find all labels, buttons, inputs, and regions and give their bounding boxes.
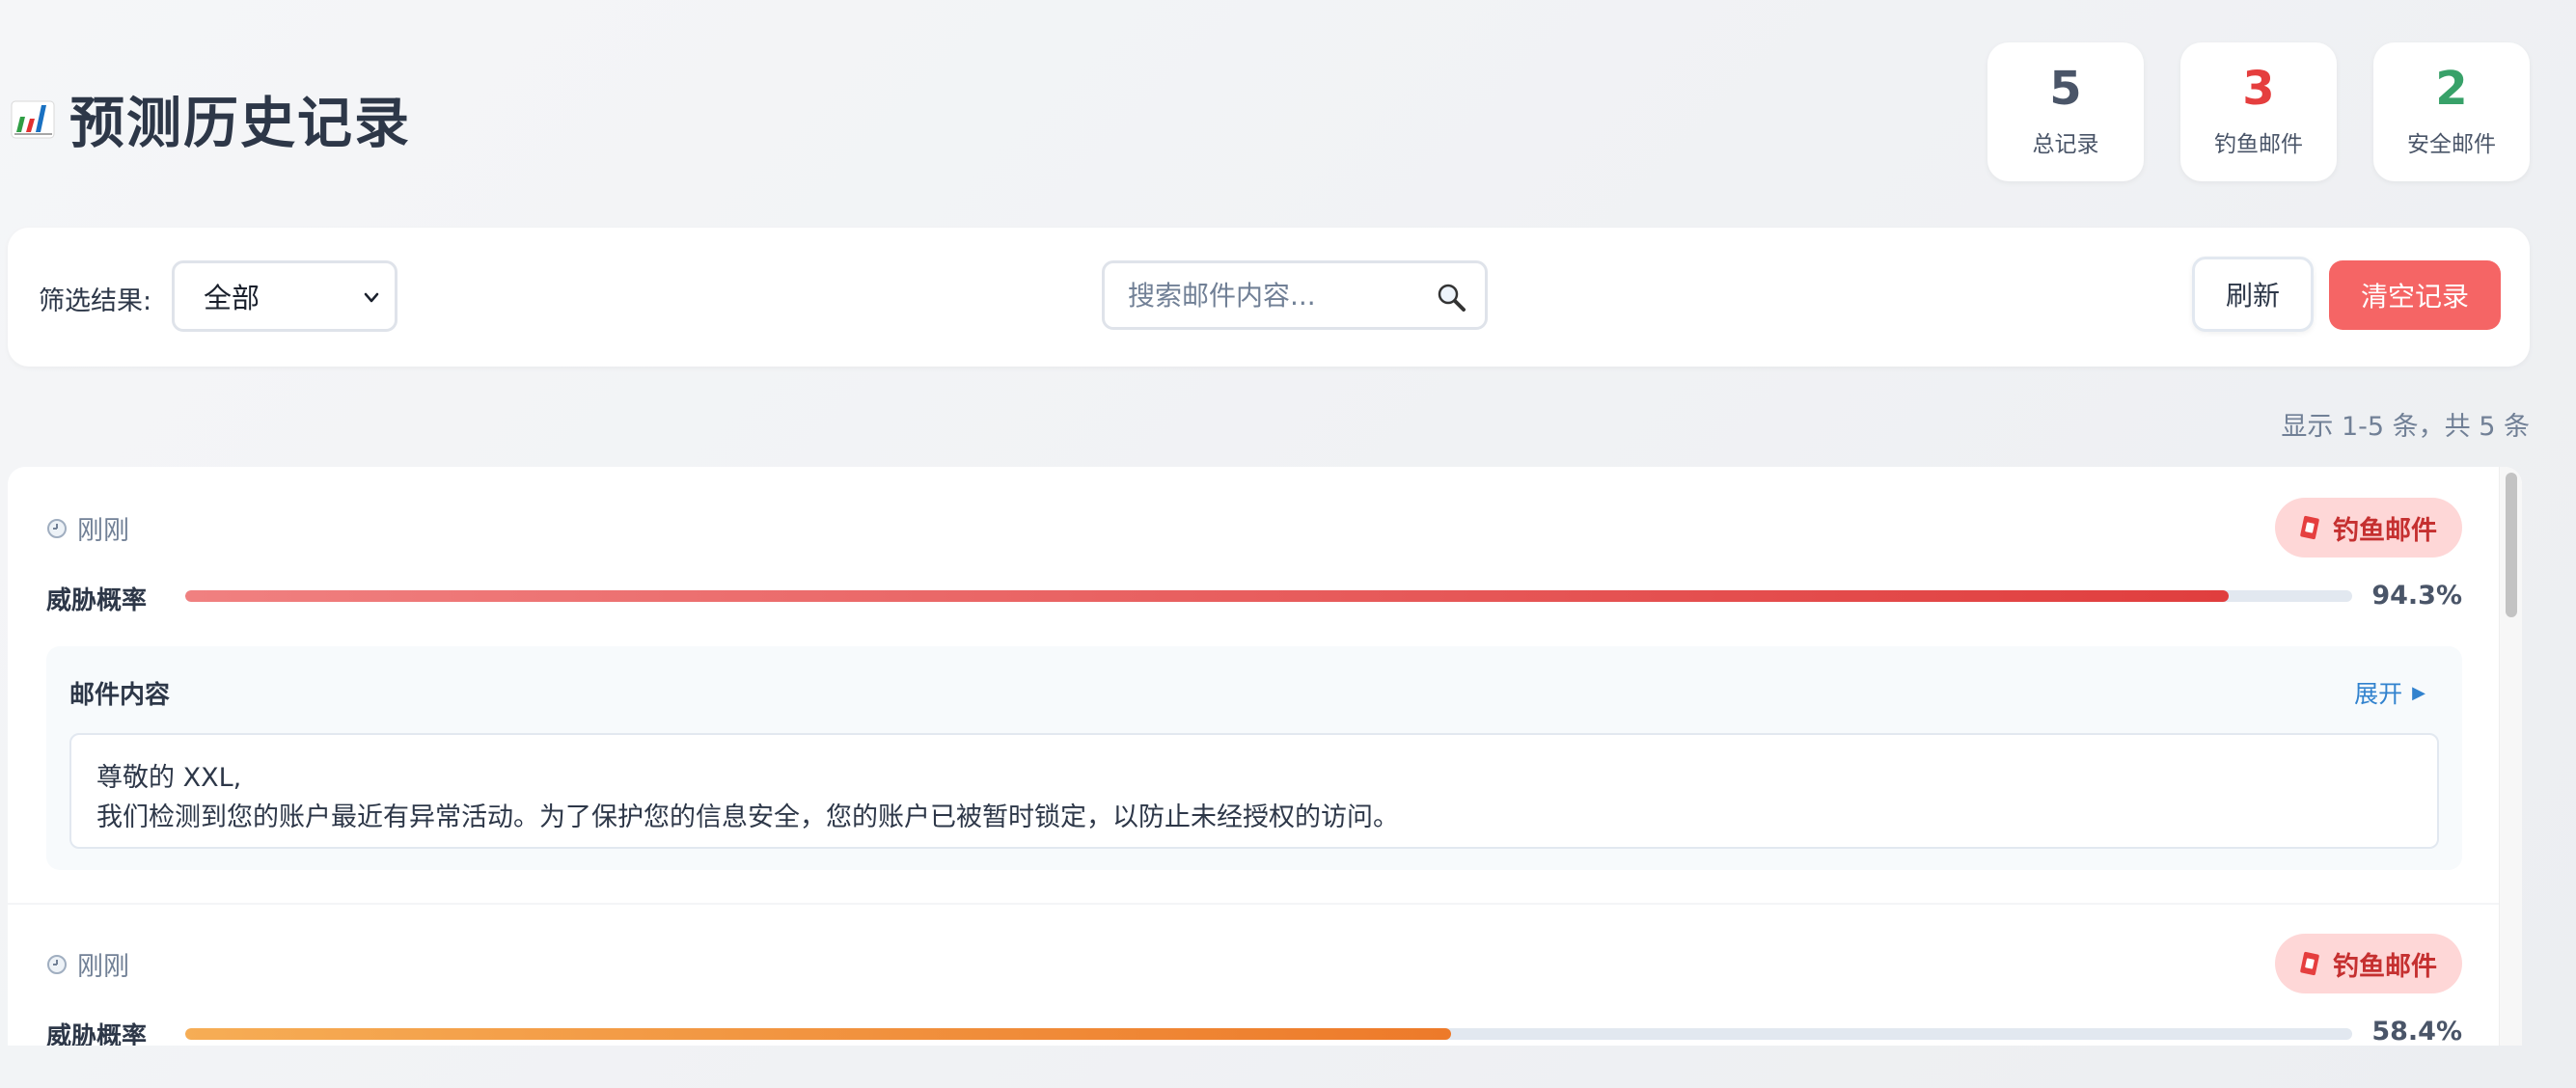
stat-total-value: 5 <box>2049 62 2082 116</box>
content-title: 邮件内容 <box>69 681 171 710</box>
stat-safe-value: 2 <box>2435 62 2468 116</box>
clear-records-button[interactable]: 清空记录 <box>2329 260 2501 330</box>
badge-label: 钓鱼邮件 <box>2333 951 2437 982</box>
clock-icon <box>47 954 67 974</box>
page-title: 预测历史记录 <box>69 92 411 155</box>
alert-card-icon <box>2300 515 2319 540</box>
stat-safe-label: 安全邮件 <box>2407 132 2496 157</box>
records-list[interactable]: 刚刚 钓鱼邮件 威胁概率 94.3% 邮件内容 展开 ▶ 尊敬的 XXL, 我们… <box>8 467 2522 1046</box>
record-time: 刚刚 <box>46 509 129 547</box>
toolbar: 筛选结果: 全部 刷新 清空记录 <box>8 228 2530 367</box>
threat-value: 58.4% <box>2371 1017 2462 1046</box>
threat-bar <box>185 590 2352 602</box>
chevron-down-icon <box>364 292 379 303</box>
content-line: 尊敬的 XXL, <box>96 763 242 793</box>
threat-bar <box>185 1028 2352 1040</box>
email-content-panel: 邮件内容 展开 ▶ 尊敬的 XXL, 我们检测到您的账户最近有异常活动。为了保护… <box>46 646 2462 870</box>
search-input[interactable] <box>1128 279 1417 312</box>
expand-label: 展开 <box>2354 680 2403 708</box>
threat-value: 94.3% <box>2371 581 2462 611</box>
filter-selected-value: 全部 <box>204 282 260 314</box>
threat-label: 威胁概率 <box>46 586 148 615</box>
stat-phishing-label: 钓鱼邮件 <box>2214 132 2303 157</box>
pagination-summary: 显示 1-5 条，共 5 条 <box>2281 412 2530 442</box>
phishing-badge: 钓鱼邮件 <box>2275 934 2462 993</box>
stat-phishing-value: 3 <box>2242 62 2275 116</box>
record-time-text: 刚刚 <box>77 952 129 982</box>
title-group: 预测历史记录 <box>10 79 411 158</box>
badge-label: 钓鱼邮件 <box>2333 515 2437 546</box>
stat-safe-card: 2 安全邮件 <box>2373 42 2530 181</box>
record-time-text: 刚刚 <box>77 516 129 546</box>
scrollbar-thumb[interactable] <box>2506 473 2517 617</box>
clock-icon <box>47 518 67 538</box>
stat-total-card: 5 总记录 <box>1987 42 2144 181</box>
stat-phishing-card: 3 钓鱼邮件 <box>2180 42 2337 181</box>
record-item: 刚刚 钓鱼邮件 威胁概率 58.4% <box>8 905 2499 1046</box>
play-icon: ▶ <box>2412 682 2425 703</box>
content-line: 我们检测到您的账户最近有异常活动。为了保护您的信息安全，您的账户已被暂时锁定，以… <box>96 802 1399 832</box>
threat-label: 威胁概率 <box>46 1022 148 1046</box>
phishing-badge: 钓鱼邮件 <box>2275 498 2462 558</box>
expand-toggle[interactable]: 展开 ▶ <box>2354 675 2425 710</box>
refresh-button[interactable]: 刷新 <box>2192 257 2314 332</box>
filter-select[interactable]: 全部 <box>172 260 397 332</box>
stats-panel: 5 总记录 3 钓鱼邮件 2 安全邮件 <box>1987 42 2530 181</box>
email-content-text: 尊敬的 XXL, 我们检测到您的账户最近有异常活动。为了保护您的信息安全，您的账… <box>69 733 2439 849</box>
filter-label: 筛选结果: <box>39 286 152 316</box>
threat-bar-fill <box>185 590 2229 602</box>
search-icon[interactable] <box>1435 281 1467 313</box>
alert-card-icon <box>2300 951 2319 976</box>
page: 预测历史记录 5 总记录 3 钓鱼邮件 2 安全邮件 筛选结果: 全部 搜索邮件… <box>0 0 2576 1088</box>
record-item: 刚刚 钓鱼邮件 威胁概率 94.3% 邮件内容 展开 ▶ 尊敬的 XXL, 我们… <box>8 467 2499 903</box>
search-box <box>1102 260 1488 330</box>
header: 预测历史记录 5 总记录 3 钓鱼邮件 2 安全邮件 <box>10 42 2530 183</box>
threat-bar-fill <box>185 1028 1451 1040</box>
list-scrollbar[interactable] <box>2499 467 2522 1046</box>
record-time: 刚刚 <box>46 945 129 983</box>
bar-chart-icon <box>11 100 55 139</box>
stat-total-label: 总记录 <box>2032 132 2099 157</box>
